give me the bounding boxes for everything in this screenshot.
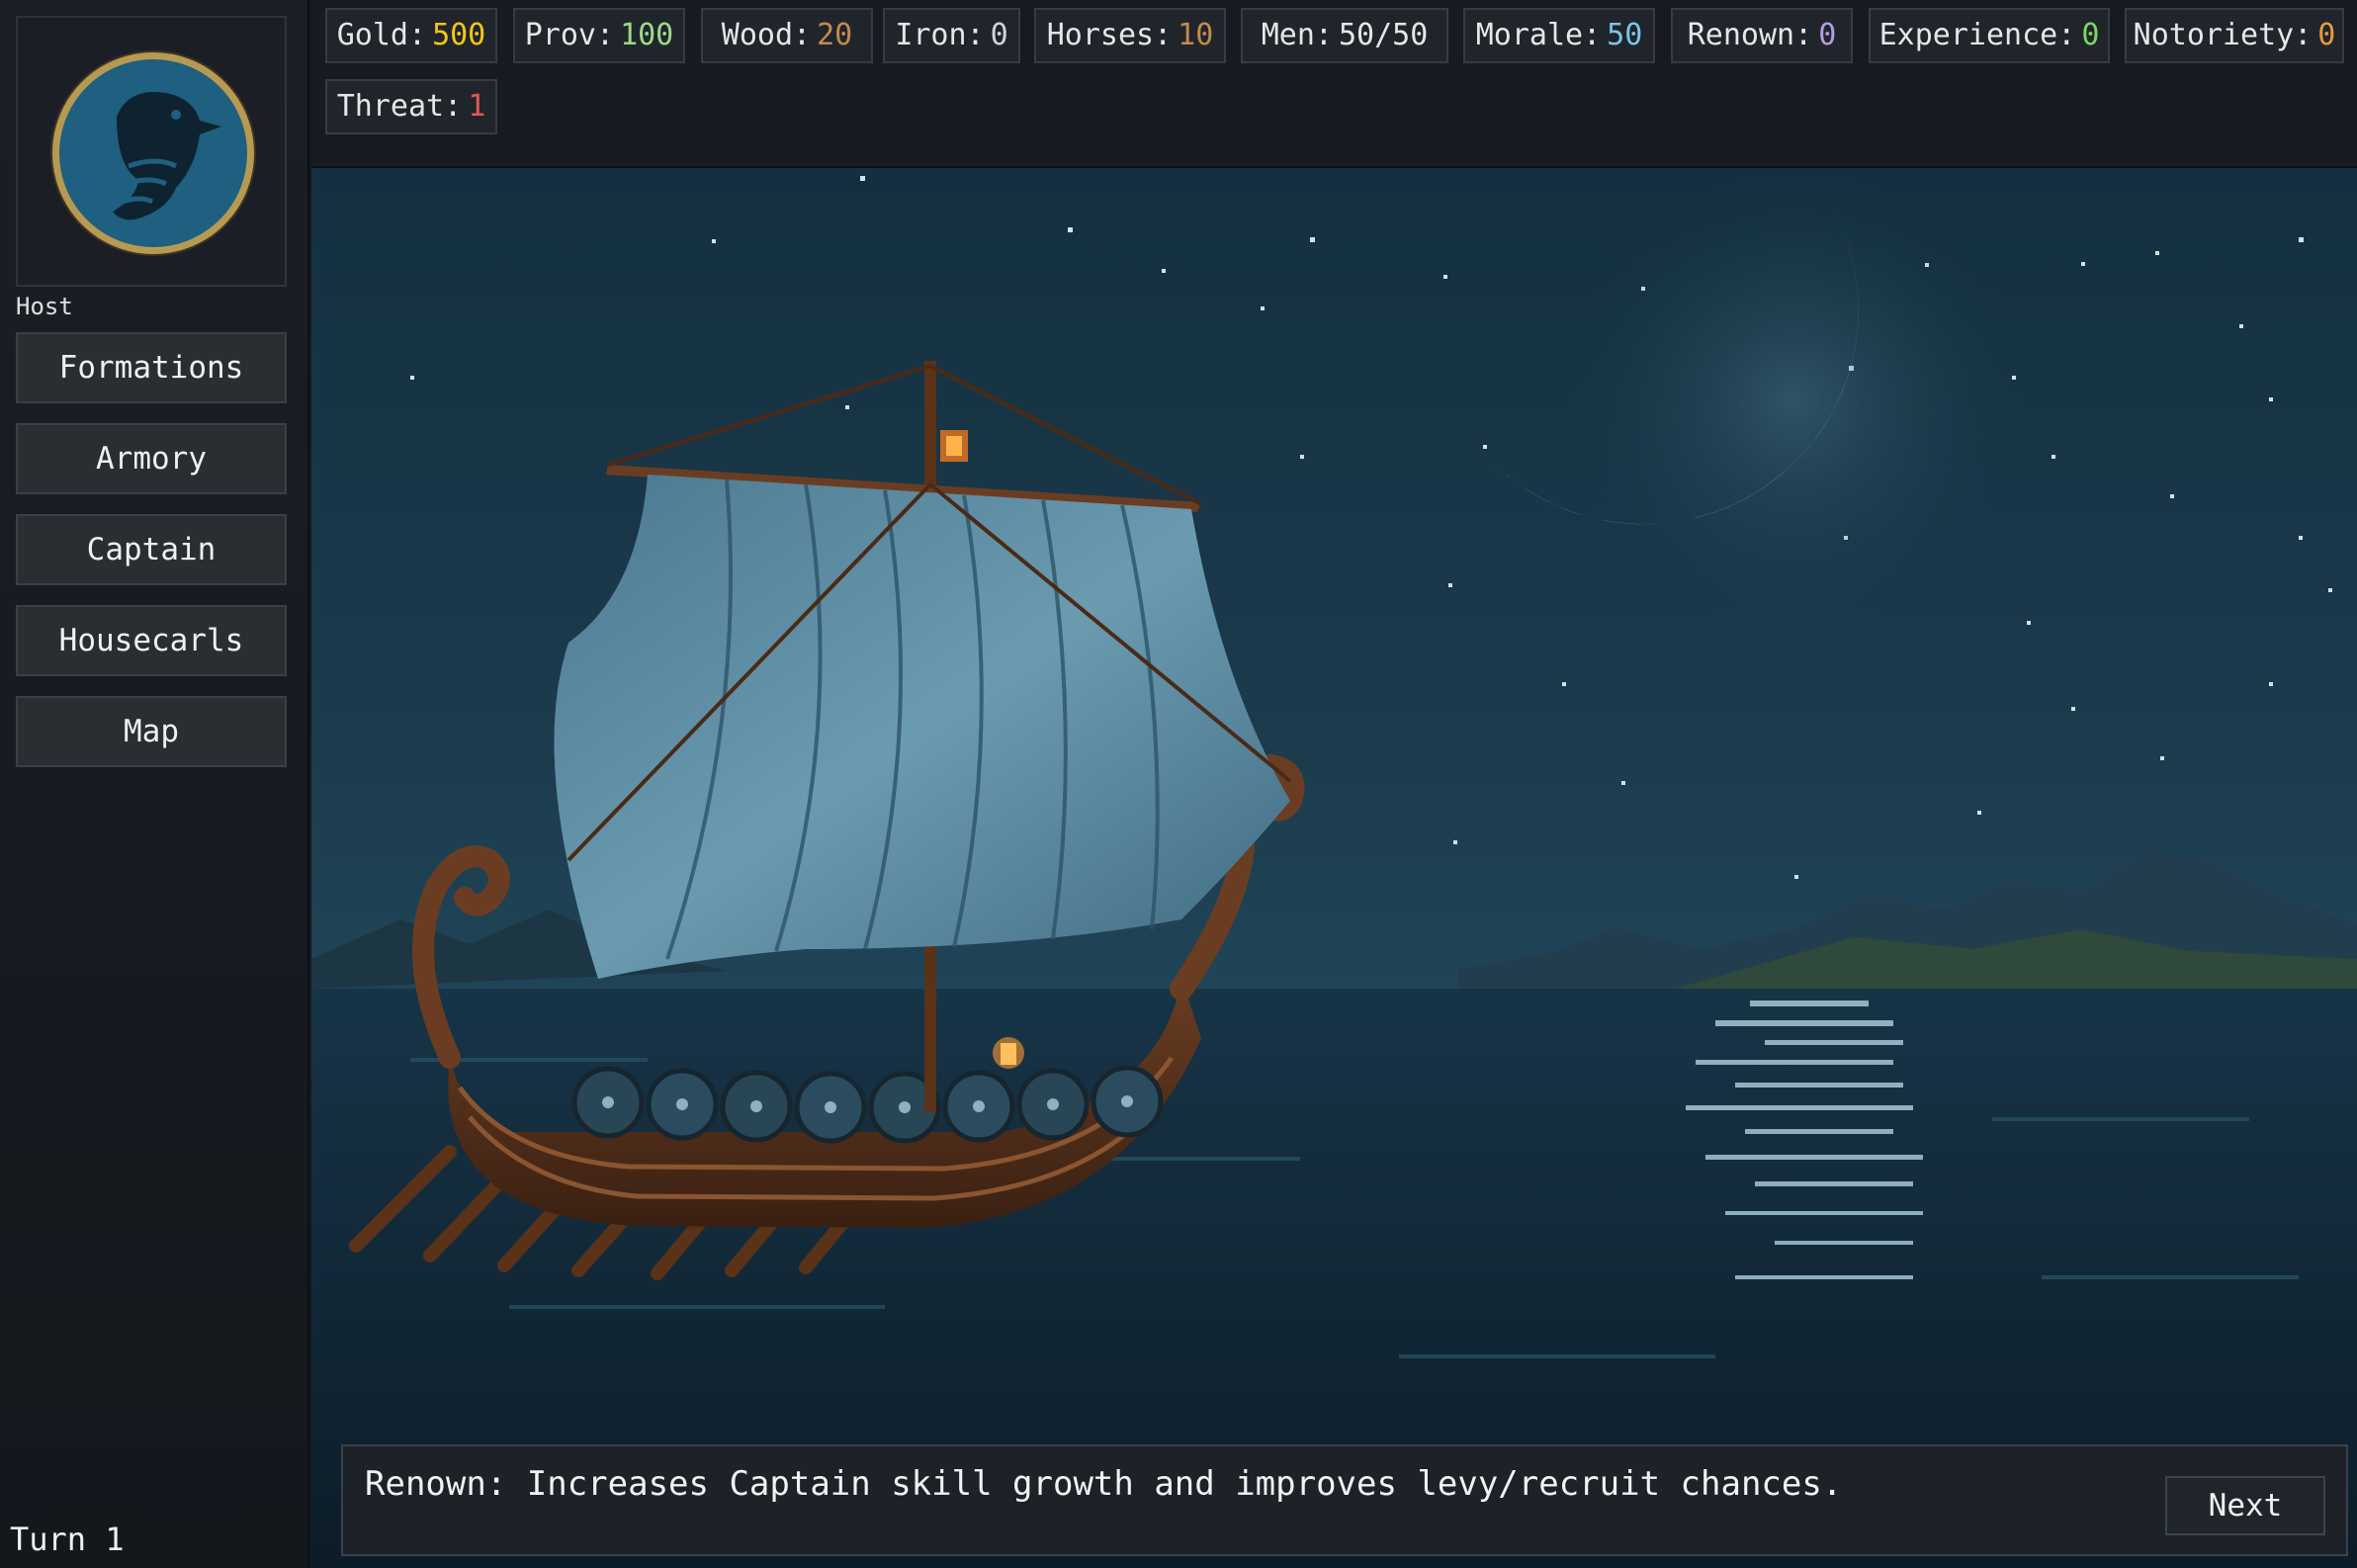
resource-horses: Horses: 10 [1034,8,1226,63]
resource-label: Horses: [1046,18,1173,52]
resource-gold: Gold: 500 [325,8,497,63]
sidebar: Host Formations Armory Captain Housecarl… [0,0,309,1568]
longship-moonlit-sea-scene [311,168,2357,1568]
resource-wood: Wood: 20 [701,8,873,63]
resource-threat: Threat: 1 [325,79,497,134]
resource-renown: Renown: 0 [1671,8,1853,63]
host-label: Host [16,293,73,320]
resource-label: Notoriety: [2133,18,2313,52]
next-button[interactable]: Next [2165,1476,2325,1535]
resource-morale: Morale: 50 [1463,8,1655,63]
resource-provisions: Prov: 100 [513,8,685,63]
faction-logo [16,16,287,287]
resource-value: 10 [1178,18,1214,52]
resource-value: 0 [990,18,1008,52]
map-button[interactable]: Map [16,696,287,767]
resource-notoriety: Notoriety: 0 [2125,8,2344,63]
resource-label: Men: [1261,18,1333,52]
housecarls-button[interactable]: Housecarls [16,605,287,676]
resource-value: 50 [1607,18,1643,52]
resource-label: Renown: [1687,18,1813,52]
resource-value: 0 [1818,18,1837,52]
resource-value: 1 [468,89,486,124]
turn-counter: Turn 1 [10,1521,125,1558]
resource-value: 50/50 [1338,18,1429,52]
raven-emblem-icon [50,50,256,256]
resource-label: Experience: [1878,18,2076,52]
armory-button[interactable]: Armory [16,423,287,494]
resource-label: Morale: [1475,18,1602,52]
resource-label: Threat: [336,89,463,124]
resource-men: Men: 50/50 [1241,8,1448,63]
resource-bar: Gold: 500 Prov: 100 Wood: 20 Iron: 0 Horses:… [311,0,2357,168]
resource-label: Iron: [895,18,985,52]
resource-value: 20 [817,18,853,52]
dialog-text: Renown: Increases Captain skill growth a… [365,1464,1843,1504]
captain-button[interactable]: Captain [16,514,287,585]
resource-label: Wood: [721,18,812,52]
resource-value: 0 [2317,18,2336,52]
moon-glow [1567,173,2022,628]
resource-label: Gold: [336,18,427,52]
resource-label: Prov: [524,18,615,52]
resource-value: 100 [620,18,674,52]
resource-value: 500 [432,18,486,52]
resource-value: 0 [2081,18,2100,52]
formations-button[interactable]: Formations [16,332,287,403]
scene-view [311,168,2357,1568]
resource-iron: Iron: 0 [883,8,1020,63]
info-dialog: Renown: Increases Captain skill growth a… [341,1444,2348,1556]
resource-experience: Experience: 0 [1869,8,2110,63]
